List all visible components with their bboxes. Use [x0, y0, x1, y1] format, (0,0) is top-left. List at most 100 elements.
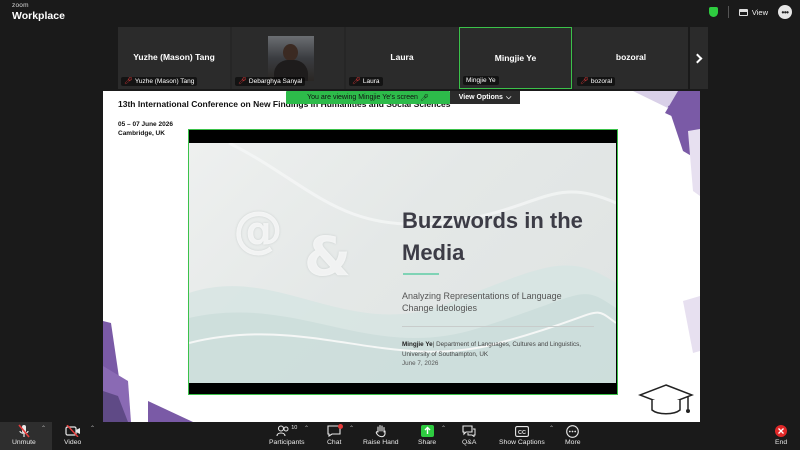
participants-options-caret[interactable]: ⌃ [304, 425, 309, 432]
participant-label-text: Yuzhe (Mason) Tang [134, 78, 195, 85]
slide-title-line: Media [402, 240, 465, 265]
slide-subtitle-line: Analyzing Representations of Language [402, 291, 562, 301]
brand-small: zoom [12, 2, 29, 9]
captions-options-caret[interactable]: ⌃ [549, 425, 554, 432]
view-options-button[interactable]: View Options ⌵ [450, 91, 520, 104]
participant-name: Mingjie Ye [494, 53, 537, 63]
participant-tile[interactable]: Laura 🎤︎ Laura [346, 27, 458, 89]
slide-title-line: Buzzwords in the [402, 208, 583, 233]
qa-button[interactable]: Q&A [462, 424, 476, 446]
mic-muted-icon [17, 424, 31, 438]
app-logo: zoom Workplace [12, 2, 65, 22]
video-label: Video [64, 439, 82, 446]
top-bar: zoom Workplace View ••• [0, 0, 800, 24]
chat-options-caret[interactable]: ⌃ [349, 425, 354, 432]
participant-name: Yuzhe (Mason) Tang [133, 52, 215, 62]
slide-subtitle: Analyzing Representations of Language Ch… [402, 290, 602, 314]
graduation-cap-icon [638, 384, 694, 415]
participant-label-text: bozoral [590, 78, 613, 85]
mic-icon: 🎤︎ [419, 94, 429, 102]
raise-hand-label: Raise Hand [363, 439, 399, 446]
participants-count: 10 [291, 425, 298, 431]
mic-off-icon: 🎤︎ [124, 78, 133, 85]
participant-label: 🎤︎ Debarghya Sanyal [235, 77, 306, 86]
share-options-caret[interactable]: ⌃ [441, 425, 446, 432]
presentation-slide-frame: @ & Buzzwords in the Media Analyzing Rep… [188, 129, 618, 395]
view-button[interactable]: View [738, 7, 768, 17]
slide-author: Mingjie Ye| Department of Languages, Cul… [402, 340, 592, 360]
participant-name: Laura [390, 52, 414, 62]
top-right-controls: View ••• [708, 5, 792, 19]
participant-tile[interactable]: bozoral 🎤︎ bozoral [574, 27, 688, 89]
qa-icon [462, 424, 476, 438]
participant-video [268, 36, 314, 81]
chevron-down-icon: ⌵ [505, 93, 512, 101]
raise-hand-button[interactable]: Raise Hand [363, 424, 399, 446]
end-label: End [775, 439, 788, 446]
more-button[interactable]: More [565, 424, 581, 446]
participant-gallery: Yuzhe (Mason) Tang 🎤︎ Yuzhe (Mason) Tang… [118, 27, 688, 89]
viewing-screen-banner: You are viewing Mingjie Ye's screen 🎤︎ [286, 91, 450, 104]
gallery-next-button[interactable] [690, 27, 708, 89]
participant-label: 🎤︎ bozoral [577, 77, 616, 86]
participant-tile[interactable]: 🎤︎ Debarghya Sanyal [232, 27, 344, 89]
more-options-icon[interactable]: ••• [778, 5, 792, 19]
close-icon [775, 424, 788, 438]
shield-icon[interactable] [708, 7, 718, 17]
chat-icon [327, 424, 344, 438]
presentation-slide: @ & Buzzwords in the Media Analyzing Rep… [189, 143, 616, 383]
meeting-toolbar: Unmute ⌃ Video ⌃ 10 Participants ⌃ Chat … [0, 422, 800, 450]
banner-text: You are viewing Mingjie Ye's screen [307, 94, 418, 101]
share-button[interactable]: Share [418, 424, 436, 446]
at-symbol-graphic: @ [233, 201, 283, 259]
participant-tile[interactable]: Yuzhe (Mason) Tang 🎤︎ Yuzhe (Mason) Tang [118, 27, 230, 89]
participant-tile-active-speaker[interactable]: Mingjie Ye Mingjie Ye [459, 27, 572, 89]
audio-options-caret[interactable]: ⌃ [41, 425, 46, 432]
participant-label-text: Mingjie Ye [466, 77, 496, 84]
participant-label: 🎤︎ Laura [349, 77, 383, 86]
title-underline [403, 273, 439, 275]
grid-icon [738, 8, 748, 16]
show-captions-button[interactable]: CC Show Captions [499, 424, 545, 446]
share-screen-icon [420, 424, 434, 438]
divider [402, 326, 594, 327]
participants-button[interactable]: 10 Participants [269, 424, 305, 446]
chat-notification-dot [338, 424, 344, 429]
divider [727, 6, 729, 18]
unmute-button[interactable]: Unmute [12, 424, 36, 446]
svg-text:CC: CC [518, 429, 526, 435]
ampersand-graphic: & [304, 225, 352, 288]
participant-label-text: Debarghya Sanyal [248, 78, 303, 85]
show-captions-label: Show Captions [499, 439, 545, 446]
participants-label: Participants [269, 439, 305, 446]
hand-icon [375, 424, 387, 438]
view-label: View [751, 7, 768, 17]
participant-label-text: Laura [362, 78, 380, 85]
slide-subtitle-line: Change Ideologies [402, 303, 478, 313]
video-button[interactable]: Video [64, 424, 81, 446]
participant-label: Mingjie Ye [463, 76, 499, 85]
zoom-window: zoom Workplace View ••• Yuzhe (Mason) Ta… [0, 0, 800, 450]
shared-screen: 13th International Conference on New Fin… [103, 91, 700, 422]
qa-label: Q&A [462, 439, 477, 446]
chevron-right-icon [692, 53, 703, 63]
chat-label: Chat [327, 439, 342, 446]
brand-name: Workplace [12, 9, 65, 22]
video-options-caret[interactable]: ⌃ [90, 425, 95, 432]
participant-label: 🎤︎ Yuzhe (Mason) Tang [121, 77, 198, 86]
participant-name: bozoral [615, 52, 647, 62]
end-meeting-button[interactable]: End [775, 424, 787, 446]
mic-off-icon: 🎤︎ [352, 78, 361, 85]
slide-date: June 7, 2026 [402, 360, 439, 367]
mic-off-icon: 🎤︎ [238, 78, 247, 85]
unmute-label: Unmute [12, 439, 36, 446]
share-label: Share [418, 439, 437, 446]
chat-button[interactable]: Chat [327, 424, 344, 446]
participants-icon: 10 [276, 424, 297, 438]
slide-title: Buzzwords in the Media [402, 205, 583, 269]
view-options-label: View Options [458, 94, 503, 101]
captions-icon: CC [514, 424, 529, 438]
more-label: More [565, 439, 581, 446]
video-off-icon [65, 424, 81, 438]
mic-off-icon: 🎤︎ [580, 78, 589, 85]
